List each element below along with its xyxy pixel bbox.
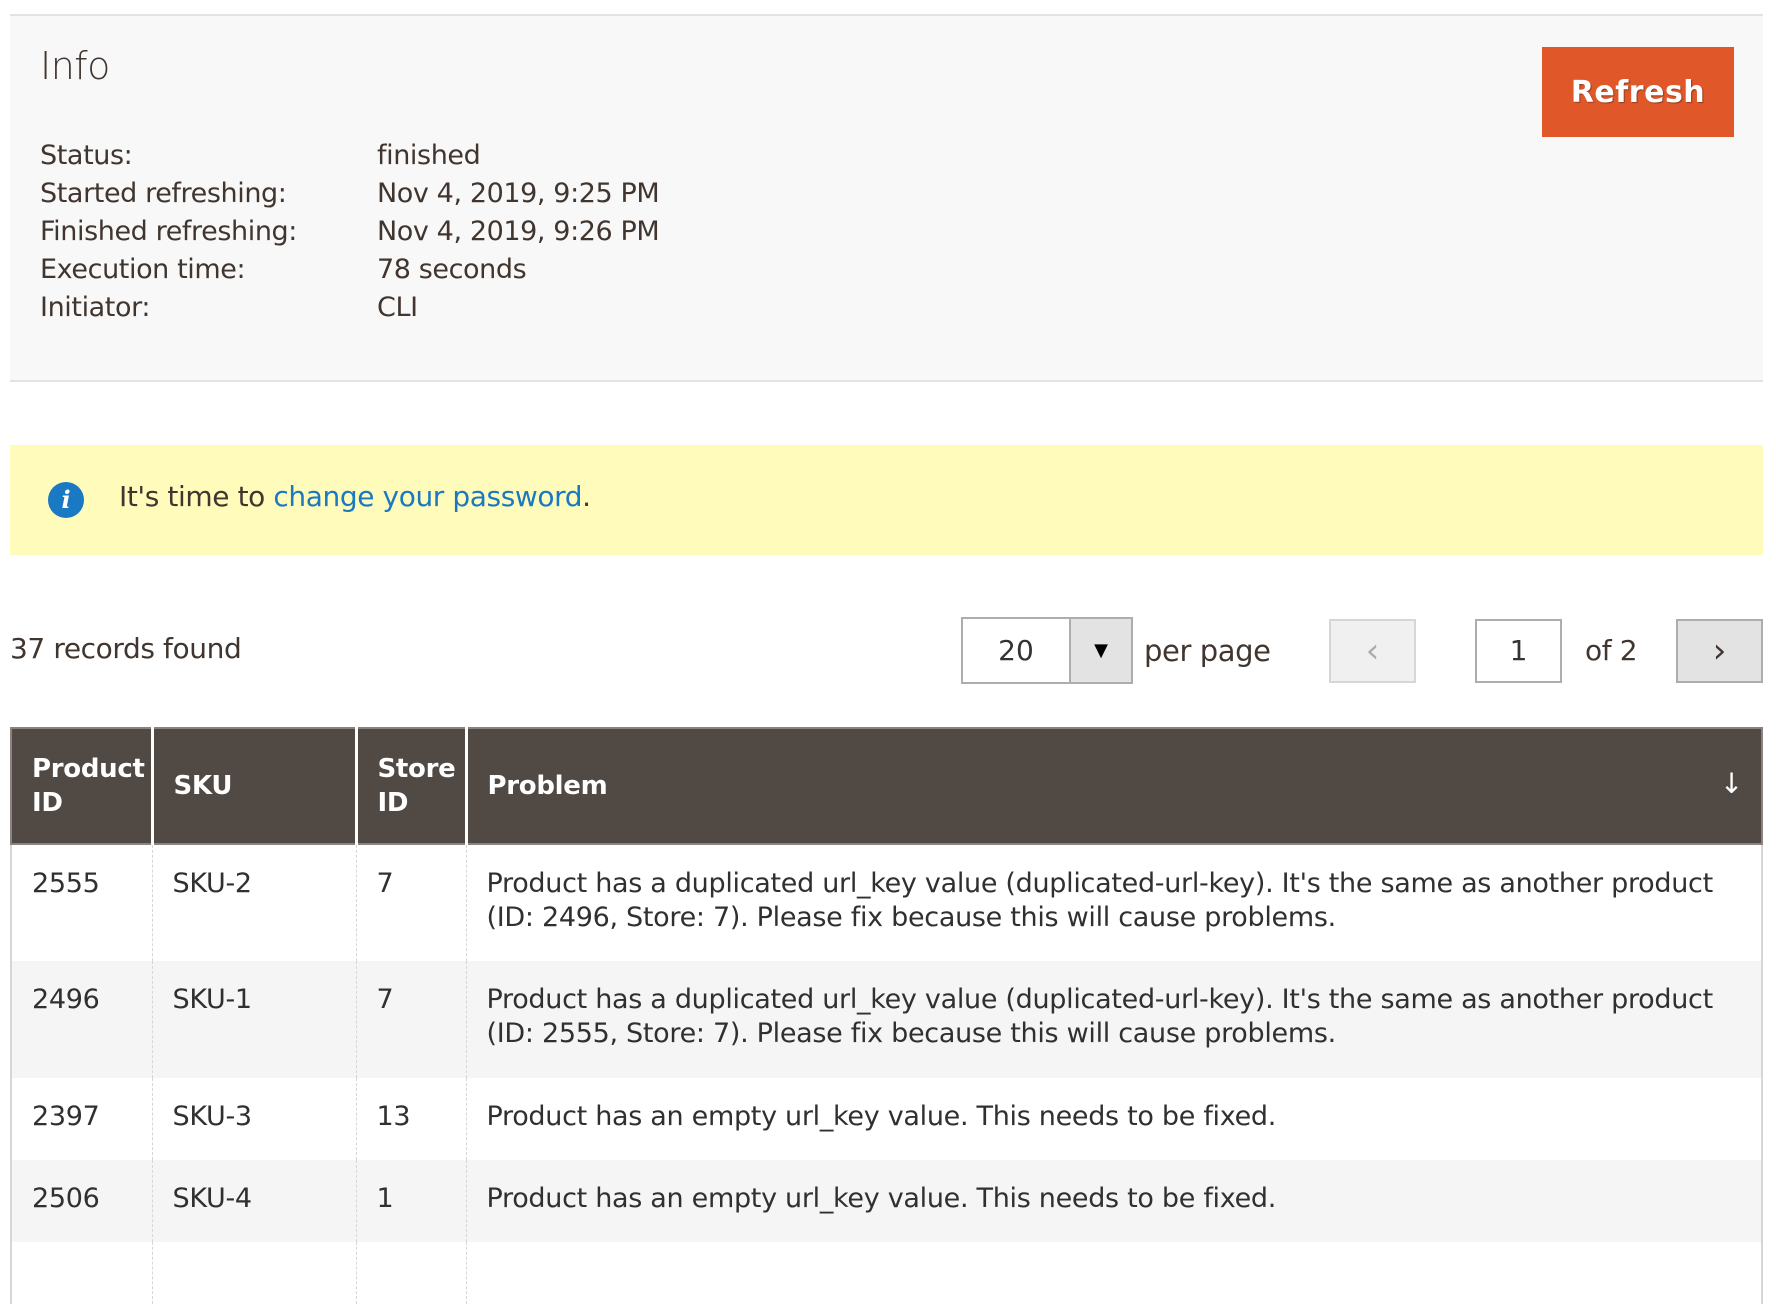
- sort-descending-icon: ↓: [1719, 767, 1743, 800]
- info-label: Finished refreshing:: [40, 215, 297, 247]
- cell-sku: SKU-2: [151, 844, 356, 961]
- problems-grid: Product ID SKU Store ID Problem ↓ 2555 SK…: [10, 727, 1763, 1304]
- cell-problem: Product has a duplicated url_key value (…: [465, 961, 1763, 1078]
- info-row-initiator: Initiator: CLI: [40, 288, 659, 326]
- records-count: 37 records found: [10, 632, 242, 665]
- current-page-input[interactable]: 1: [1475, 619, 1562, 683]
- info-label: Initiator:: [40, 291, 151, 323]
- cell-product-id: 2397: [10, 1078, 152, 1160]
- refresh-button[interactable]: Refresh: [1542, 47, 1734, 137]
- column-header-sku[interactable]: SKU: [151, 727, 358, 845]
- table-row-partial: [10, 1242, 1763, 1304]
- info-value: CLI: [377, 291, 418, 323]
- info-panel: Info Refresh Status: finished Started re…: [10, 14, 1763, 382]
- column-header-store-id[interactable]: Store ID: [355, 727, 468, 845]
- cell-product-id: 2496: [10, 961, 152, 1078]
- grid-header-row: Product ID SKU Store ID Problem ↓: [10, 727, 1763, 845]
- cell-product-id: 2506: [10, 1160, 152, 1242]
- chevron-down-icon[interactable]: ▼: [1069, 619, 1131, 682]
- per-page-value[interactable]: 20: [963, 619, 1069, 682]
- per-page-label: per page: [1144, 634, 1271, 668]
- cell-problem: Product has an empty url_key value. This…: [465, 1078, 1763, 1160]
- cell-empty: [151, 1242, 356, 1304]
- change-password-link[interactable]: change your password: [273, 480, 582, 513]
- info-value: Nov 4, 2019, 9:26 PM: [377, 215, 660, 247]
- info-details: Status: finished Started refreshing: Nov…: [40, 136, 660, 326]
- chevron-left-icon: ‹: [1365, 631, 1380, 671]
- previous-page-button[interactable]: ‹: [1329, 619, 1416, 683]
- table-row: 2397 SKU-3 13 Product has an empty url_k…: [10, 1078, 1763, 1160]
- cell-store-id: 13: [355, 1078, 466, 1160]
- info-title: Info: [40, 44, 110, 88]
- cell-sku: SKU-4: [151, 1160, 356, 1242]
- cell-product-id: 2555: [10, 844, 152, 961]
- notice-text-before: It's time to: [119, 480, 274, 513]
- info-row-status: Status: finished: [40, 136, 659, 174]
- info-label: Started refreshing:: [40, 177, 287, 209]
- cell-problem: Product has a duplicated url_key value (…: [465, 844, 1763, 961]
- info-row-started: Started refreshing: Nov 4, 2019, 9:25 PM: [40, 174, 660, 212]
- notice-message: It's time to change your password.: [119, 480, 591, 513]
- info-row-execution-time: Execution time: 78 seconds: [40, 250, 659, 288]
- next-page-button[interactable]: ›: [1676, 619, 1763, 683]
- column-header-problem[interactable]: Problem ↓: [465, 727, 1763, 845]
- info-icon: i: [48, 482, 84, 518]
- cell-sku: SKU-1: [151, 961, 356, 1078]
- cell-problem: Product has an empty url_key value. This…: [465, 1160, 1763, 1242]
- table-row: 2506 SKU-4 1 Product has an empty url_ke…: [10, 1160, 1763, 1242]
- chevron-right-icon: ›: [1712, 631, 1727, 671]
- cell-store-id: 7: [355, 844, 466, 961]
- column-header-product-id[interactable]: Product ID: [10, 727, 154, 845]
- password-notice: i It's time to change your password.: [10, 445, 1763, 555]
- info-label: Status:: [40, 139, 133, 171]
- cell-store-id: 1: [355, 1160, 466, 1242]
- cell-empty: [465, 1242, 1763, 1304]
- info-value: 78 seconds: [377, 253, 527, 285]
- table-row: 2496 SKU-1 7 Product has a duplicated ur…: [10, 961, 1763, 1078]
- table-row: 2555 SKU-2 7 Product has a duplicated ur…: [10, 844, 1763, 961]
- info-value: finished: [377, 139, 481, 171]
- total-pages-label: of 2: [1585, 634, 1638, 667]
- cell-empty: [355, 1242, 466, 1304]
- info-row-finished: Finished refreshing: Nov 4, 2019, 9:26 P…: [40, 212, 660, 250]
- column-header-problem-label: Problem: [487, 771, 608, 801]
- info-value: Nov 4, 2019, 9:25 PM: [377, 177, 660, 209]
- per-page-select[interactable]: 20 ▼: [961, 617, 1133, 684]
- info-label: Execution time:: [40, 253, 246, 285]
- cell-store-id: 7: [355, 961, 466, 1078]
- notice-text-after: .: [582, 480, 591, 513]
- cell-empty: [10, 1242, 152, 1304]
- cell-sku: SKU-3: [151, 1078, 356, 1160]
